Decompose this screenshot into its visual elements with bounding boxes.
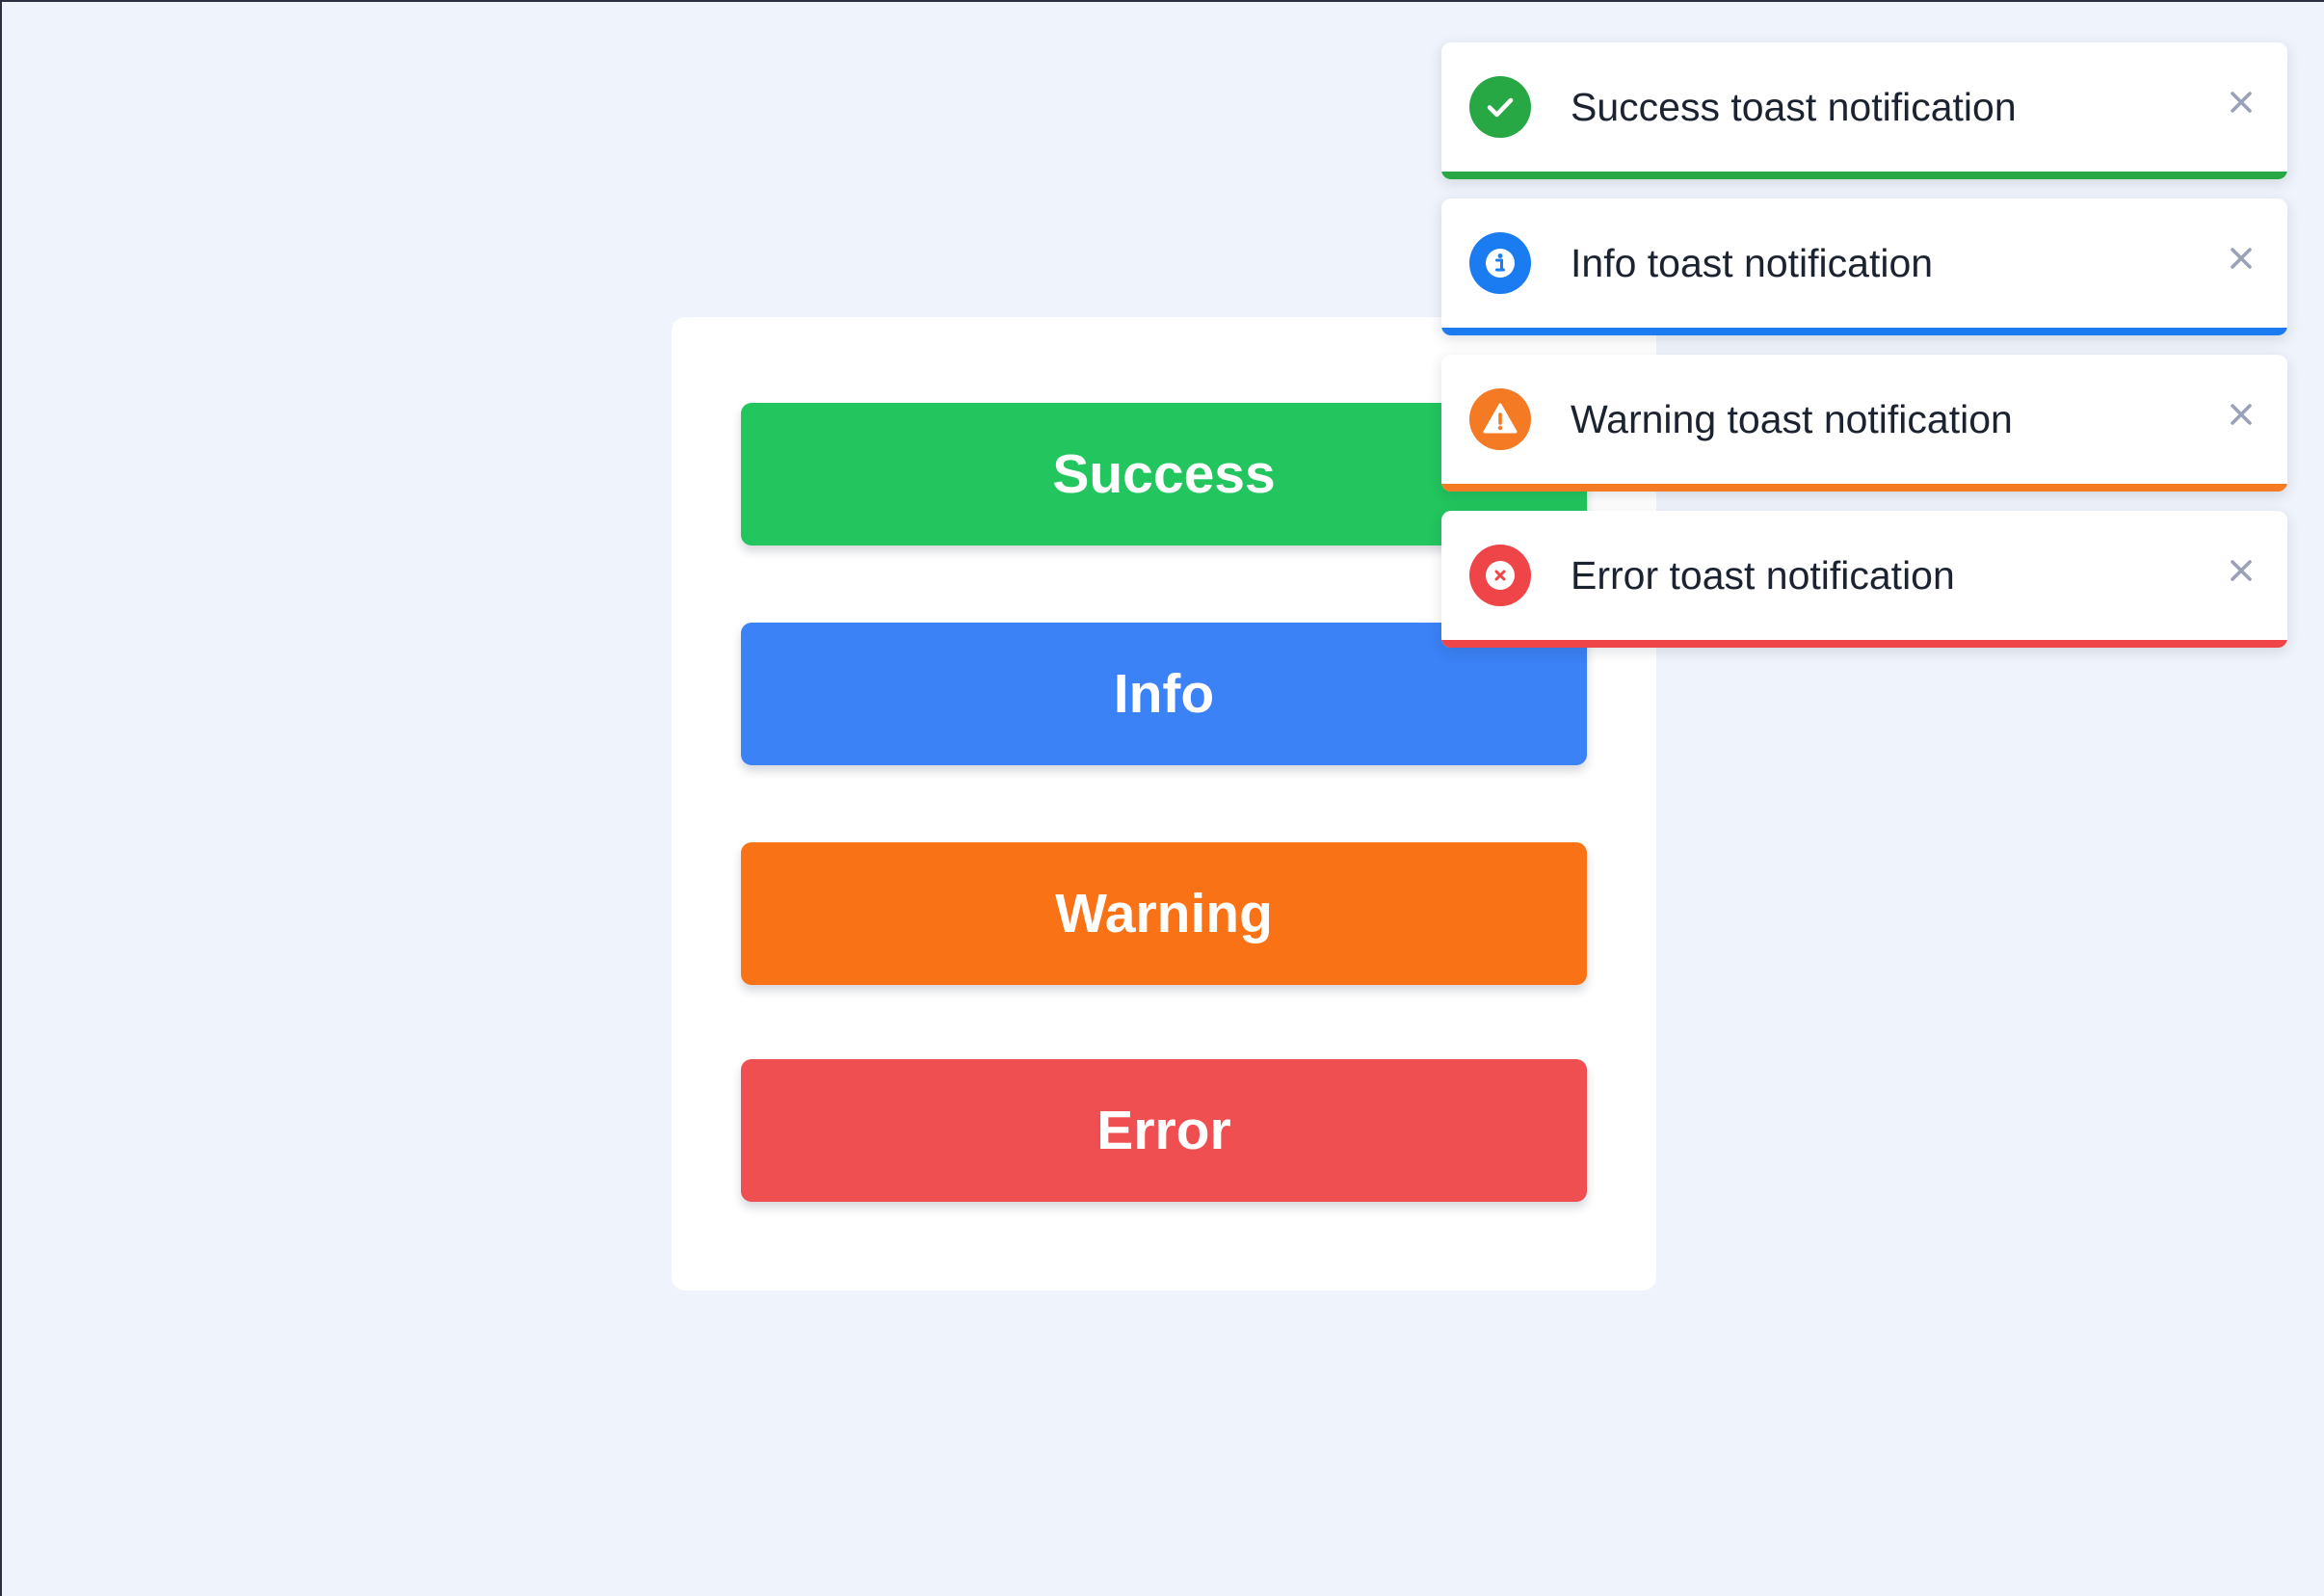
- close-icon[interactable]: [2222, 83, 2260, 121]
- toast-accent-bar: [1441, 484, 2287, 492]
- close-icon[interactable]: [2222, 239, 2260, 278]
- warning-button[interactable]: Warning: [741, 842, 1587, 985]
- toast-message: Success toast notification: [1571, 84, 2017, 129]
- toast-message: Info toast notification: [1571, 240, 1934, 285]
- toast-message: Error toast notification: [1571, 552, 1955, 598]
- toast-accent-bar: [1441, 172, 2287, 179]
- window-left-border: [0, 0, 2, 1596]
- close-icon[interactable]: [2222, 551, 2260, 590]
- error-button[interactable]: Error: [741, 1059, 1587, 1202]
- toast-message: Warning toast notification: [1571, 396, 2013, 441]
- close-icon[interactable]: [2222, 395, 2260, 434]
- check-circle-icon: [1469, 76, 1531, 138]
- error-x-circle-icon: [1469, 545, 1531, 606]
- toast-success: Success toast notification: [1441, 42, 2287, 179]
- window-top-border: [0, 0, 2324, 2]
- toast-warning: Warning toast notification: [1441, 355, 2287, 492]
- toast-info: Info toast notification: [1441, 199, 2287, 335]
- warning-triangle-icon: [1469, 388, 1531, 450]
- info-circle-icon: [1469, 232, 1531, 294]
- toast-accent-bar: [1441, 328, 2287, 335]
- toast-error: Error toast notification: [1441, 511, 2287, 648]
- toast-accent-bar: [1441, 640, 2287, 648]
